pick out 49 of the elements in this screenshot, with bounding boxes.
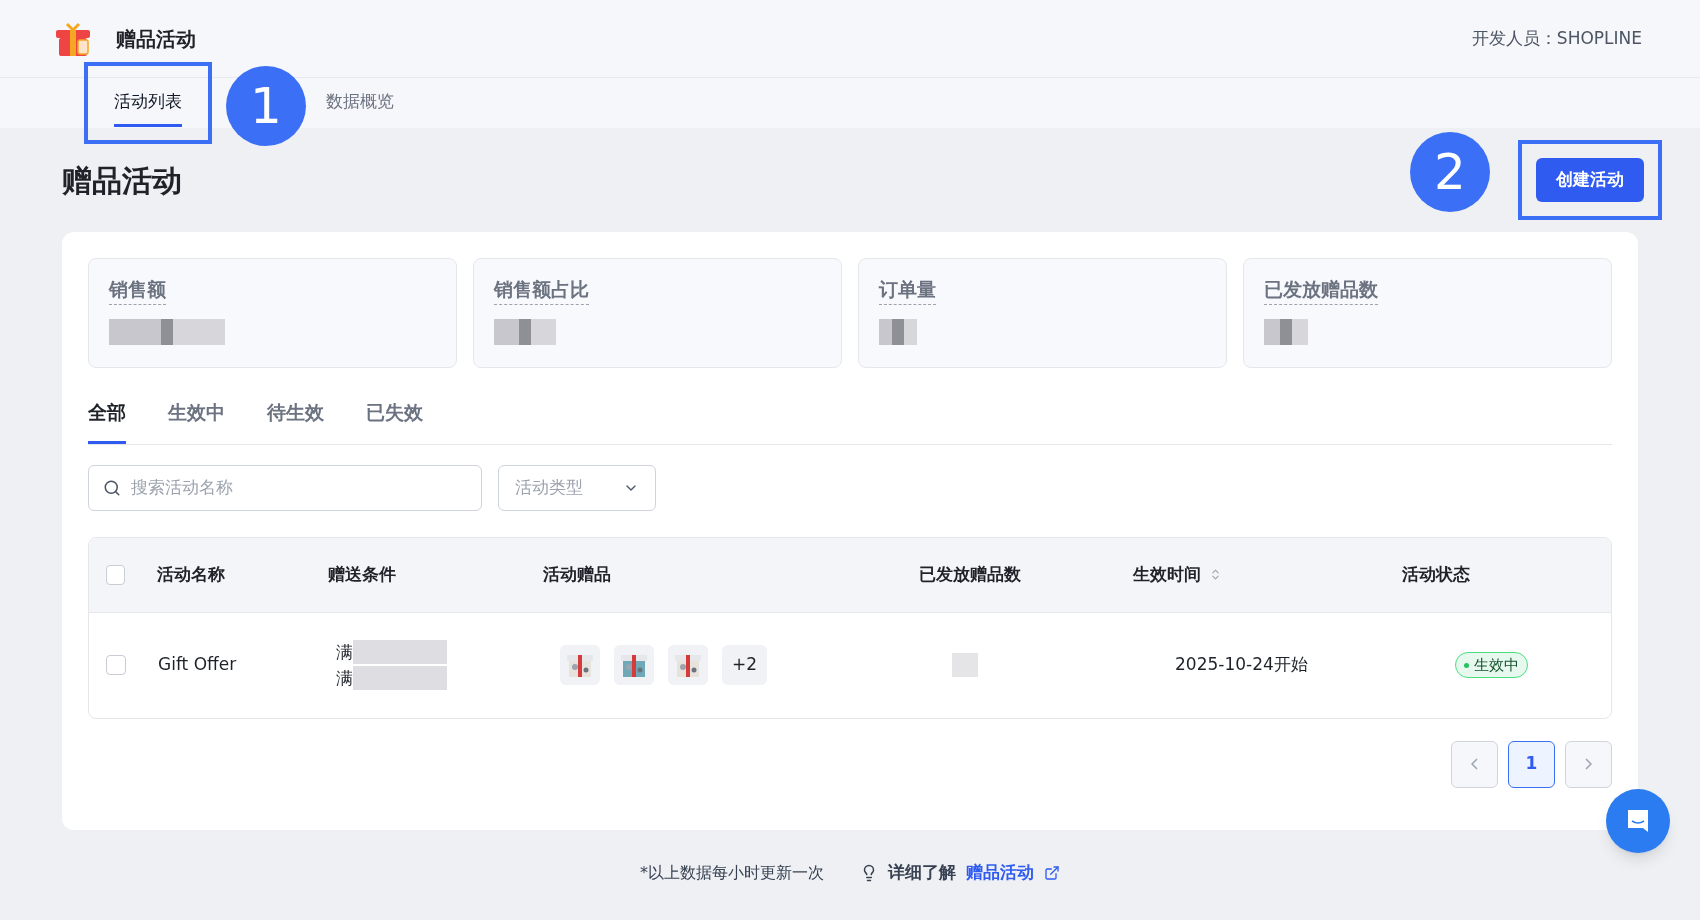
- nav-tab[interactable]: 数据概览: [326, 79, 394, 127]
- gift-activity-link[interactable]: 赠品活动: [966, 860, 1034, 886]
- stat-label: 销售额: [109, 275, 166, 305]
- step-marker: 2: [1410, 132, 1490, 212]
- search-input[interactable]: 搜索活动名称: [131, 474, 467, 501]
- learn-more-text: 详细了解: [888, 861, 956, 884]
- status-tab[interactable]: 待生效: [267, 398, 324, 444]
- status-tab[interactable]: 全部: [88, 398, 126, 444]
- column-header: 活动赠品: [543, 562, 612, 586]
- checkbox[interactable]: [106, 564, 126, 585]
- table-cell-text: 满: [336, 641, 353, 664]
- nav-tab[interactable]: 活动列表: [114, 79, 182, 127]
- table-cell-text: 满: [336, 667, 353, 690]
- previous-page-button[interactable]: [1451, 740, 1498, 788]
- chat-button[interactable]: [1606, 789, 1670, 853]
- create-button[interactable]: 创建活动: [1536, 158, 1644, 202]
- search-icon: [103, 478, 121, 497]
- checkbox[interactable]: [106, 655, 126, 675]
- column-header: 已发放赠品数: [919, 562, 1022, 586]
- chevron-right-icon: [1585, 758, 1592, 770]
- page-button[interactable]: 1: [1508, 740, 1555, 788]
- next-page-button[interactable]: [1565, 740, 1612, 788]
- update-note: *以上数据每小时更新一次: [640, 861, 824, 884]
- table-cell: Gift Offer: [158, 654, 237, 675]
- dropdown-placeholder: 活动类型: [515, 475, 583, 499]
- redacted-value: [1264, 318, 1308, 345]
- type-dropdown[interactable]: 活动类型: [498, 464, 656, 511]
- status-tab[interactable]: 已失效: [366, 398, 423, 444]
- column-header: 赠送条件: [328, 562, 397, 586]
- column-header: 生效时间: [1133, 562, 1202, 586]
- redacted-value: [952, 653, 978, 677]
- table-cell: 2025-10-24开始: [1175, 654, 1308, 675]
- search-field[interactable]: 搜索活动名称: [88, 464, 482, 511]
- external-link-icon[interactable]: [1044, 864, 1060, 881]
- stat-label: 已发放赠品数: [1264, 275, 1378, 305]
- column-header: 活动名称: [157, 562, 226, 586]
- redacted-value: [879, 318, 917, 345]
- redacted-value: [494, 318, 556, 345]
- stat-label: 销售额占比: [494, 275, 589, 305]
- more-count: +2: [722, 645, 768, 685]
- step-marker: 1: [226, 66, 306, 146]
- developer-label: 开发人员：SHOPLINE: [1471, 26, 1642, 50]
- status-badge: 生效中: [1455, 652, 1528, 678]
- status-tab[interactable]: 生效中: [168, 398, 225, 444]
- page-title: 赠品活动: [62, 161, 182, 200]
- stat-label: 订单量: [879, 275, 936, 305]
- chevron-left-icon: [1471, 758, 1478, 770]
- app-title: 赠品活动: [116, 25, 196, 53]
- column-header: 活动状态: [1402, 562, 1471, 586]
